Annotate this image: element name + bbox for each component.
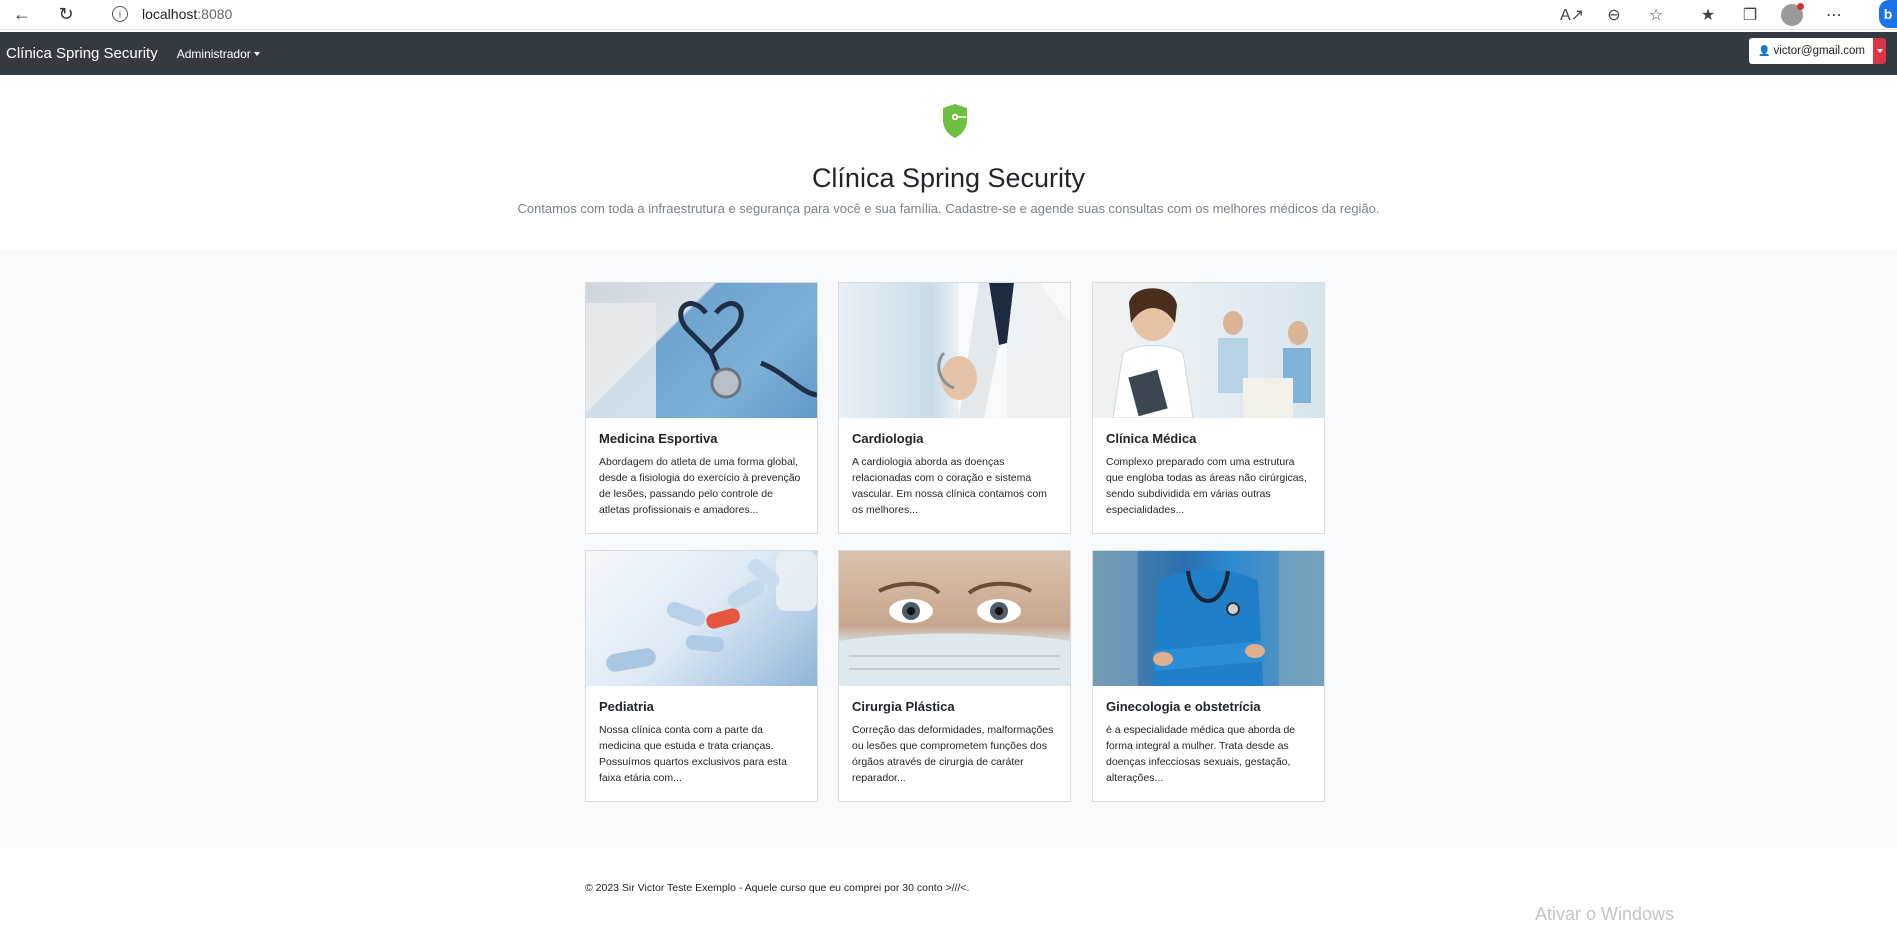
specialties-section: Medicina Esportiva Abordagem do atleta d… bbox=[0, 250, 1897, 848]
doctor-image bbox=[839, 283, 1070, 418]
windows-activation-watermark: Ativar o Windows bbox=[1535, 904, 1675, 924]
card-text: Abordagem do atleta de uma forma global,… bbox=[599, 456, 801, 516]
card-text: Complexo preparado com uma estrutura que… bbox=[1106, 456, 1307, 516]
site-info-icon[interactable]: i bbox=[112, 6, 128, 22]
add-favorite-icon[interactable]: ☆ bbox=[1644, 3, 1668, 27]
zoom-out-icon[interactable]: ⊖ bbox=[1602, 3, 1626, 27]
admin-dropdown[interactable]: Administrador bbox=[177, 47, 260, 61]
caret-down-icon bbox=[1876, 49, 1883, 53]
clinic-staff-image bbox=[1093, 283, 1324, 418]
read-aloud-icon[interactable]: A↗ bbox=[1560, 3, 1584, 27]
shield-logo-icon bbox=[943, 104, 967, 138]
page-footer: © 2023 Sir Victor Teste Exemplo - Aquele… bbox=[0, 848, 1897, 924]
card-text: é a especialidade médica que aborda de f… bbox=[1106, 724, 1296, 784]
profile-avatar-icon[interactable] bbox=[1780, 3, 1804, 27]
collections-icon[interactable]: ❐ bbox=[1738, 3, 1762, 27]
card-text: Correção das deformidades, malformações … bbox=[852, 724, 1054, 784]
url-host: localhost bbox=[142, 6, 198, 22]
caret-down-icon bbox=[253, 51, 260, 56]
specialty-card[interactable]: Ginecologia e obstetrícia é a especialid… bbox=[1092, 550, 1325, 802]
bing-copilot-icon[interactable]: b bbox=[1879, 0, 1897, 28]
refresh-icon[interactable]: ↻ bbox=[55, 3, 77, 25]
navbar-brand[interactable]: Clínica Spring Security bbox=[6, 45, 158, 62]
card-text: A cardiologia aborda as doenças relacion… bbox=[852, 456, 1047, 516]
address-bar[interactable]: i localhost:8080 bbox=[96, 1, 1546, 27]
browser-toolbar: ← ↻ i localhost:8080 A↗ ⊖ ☆ ★ ❐ ⋯ b bbox=[0, 0, 1897, 30]
hero-section: Clínica Spring Security Contamos com tod… bbox=[0, 75, 1897, 250]
specialty-card[interactable]: Cardiologia A cardiologia aborda as doen… bbox=[838, 282, 1071, 534]
user-icon: 👤 bbox=[1757, 45, 1771, 57]
card-text: Nossa clínica conta com a parte da medic… bbox=[599, 724, 787, 784]
pills-image bbox=[586, 551, 817, 686]
more-menu-icon[interactable]: ⋯ bbox=[1822, 3, 1846, 27]
app-navbar: Clínica Spring Security Administrador 👤 … bbox=[0, 32, 1897, 75]
nurse-image bbox=[1093, 551, 1324, 686]
url-port: :8080 bbox=[197, 6, 233, 22]
card-title: Cardiologia bbox=[852, 431, 924, 446]
footer-text: © 2023 Sir Victor Teste Exemplo - Aquele… bbox=[585, 882, 970, 894]
card-title: Pediatria bbox=[599, 699, 654, 714]
address-url: localhost:8080 bbox=[142, 6, 232, 22]
card-title: Clínica Médica bbox=[1106, 431, 1197, 446]
specialty-card[interactable]: Pediatria Nossa clínica conta com a part… bbox=[585, 550, 818, 802]
page-title: Clínica Spring Security bbox=[811, 163, 1086, 193]
user-email: victor@gmail.com bbox=[1773, 45, 1865, 57]
page-subtitle: Contamos com toda a infraestrutura e seg… bbox=[517, 201, 1380, 216]
card-title: Medicina Esportiva bbox=[599, 431, 718, 446]
surgeon-mask-image bbox=[839, 551, 1070, 686]
admin-dropdown-label: Administrador bbox=[176, 46, 251, 61]
specialty-card[interactable]: Clínica Médica Complexo preparado com um… bbox=[1092, 282, 1325, 534]
browser-actions: A↗ ⊖ ☆ ★ ❐ ⋯ bbox=[1560, 3, 1846, 27]
specialty-card[interactable]: Cirurgia Plástica Correção das deformida… bbox=[838, 550, 1071, 802]
stethoscope-image bbox=[586, 283, 817, 418]
specialty-card[interactable]: Medicina Esportiva Abordagem do atleta d… bbox=[585, 282, 818, 534]
user-email-button[interactable]: 👤 victor@gmail.com bbox=[1748, 38, 1873, 64]
favorites-icon[interactable]: ★ bbox=[1696, 3, 1720, 27]
back-arrow-icon[interactable]: ← bbox=[11, 3, 33, 25]
user-dropdown-toggle[interactable] bbox=[1873, 38, 1886, 64]
card-title: Ginecologia e obstetrícia bbox=[1106, 699, 1261, 714]
user-menu-button[interactable]: 👤 victor@gmail.com bbox=[1748, 38, 1886, 64]
card-title: Cirurgia Plástica bbox=[852, 699, 955, 714]
